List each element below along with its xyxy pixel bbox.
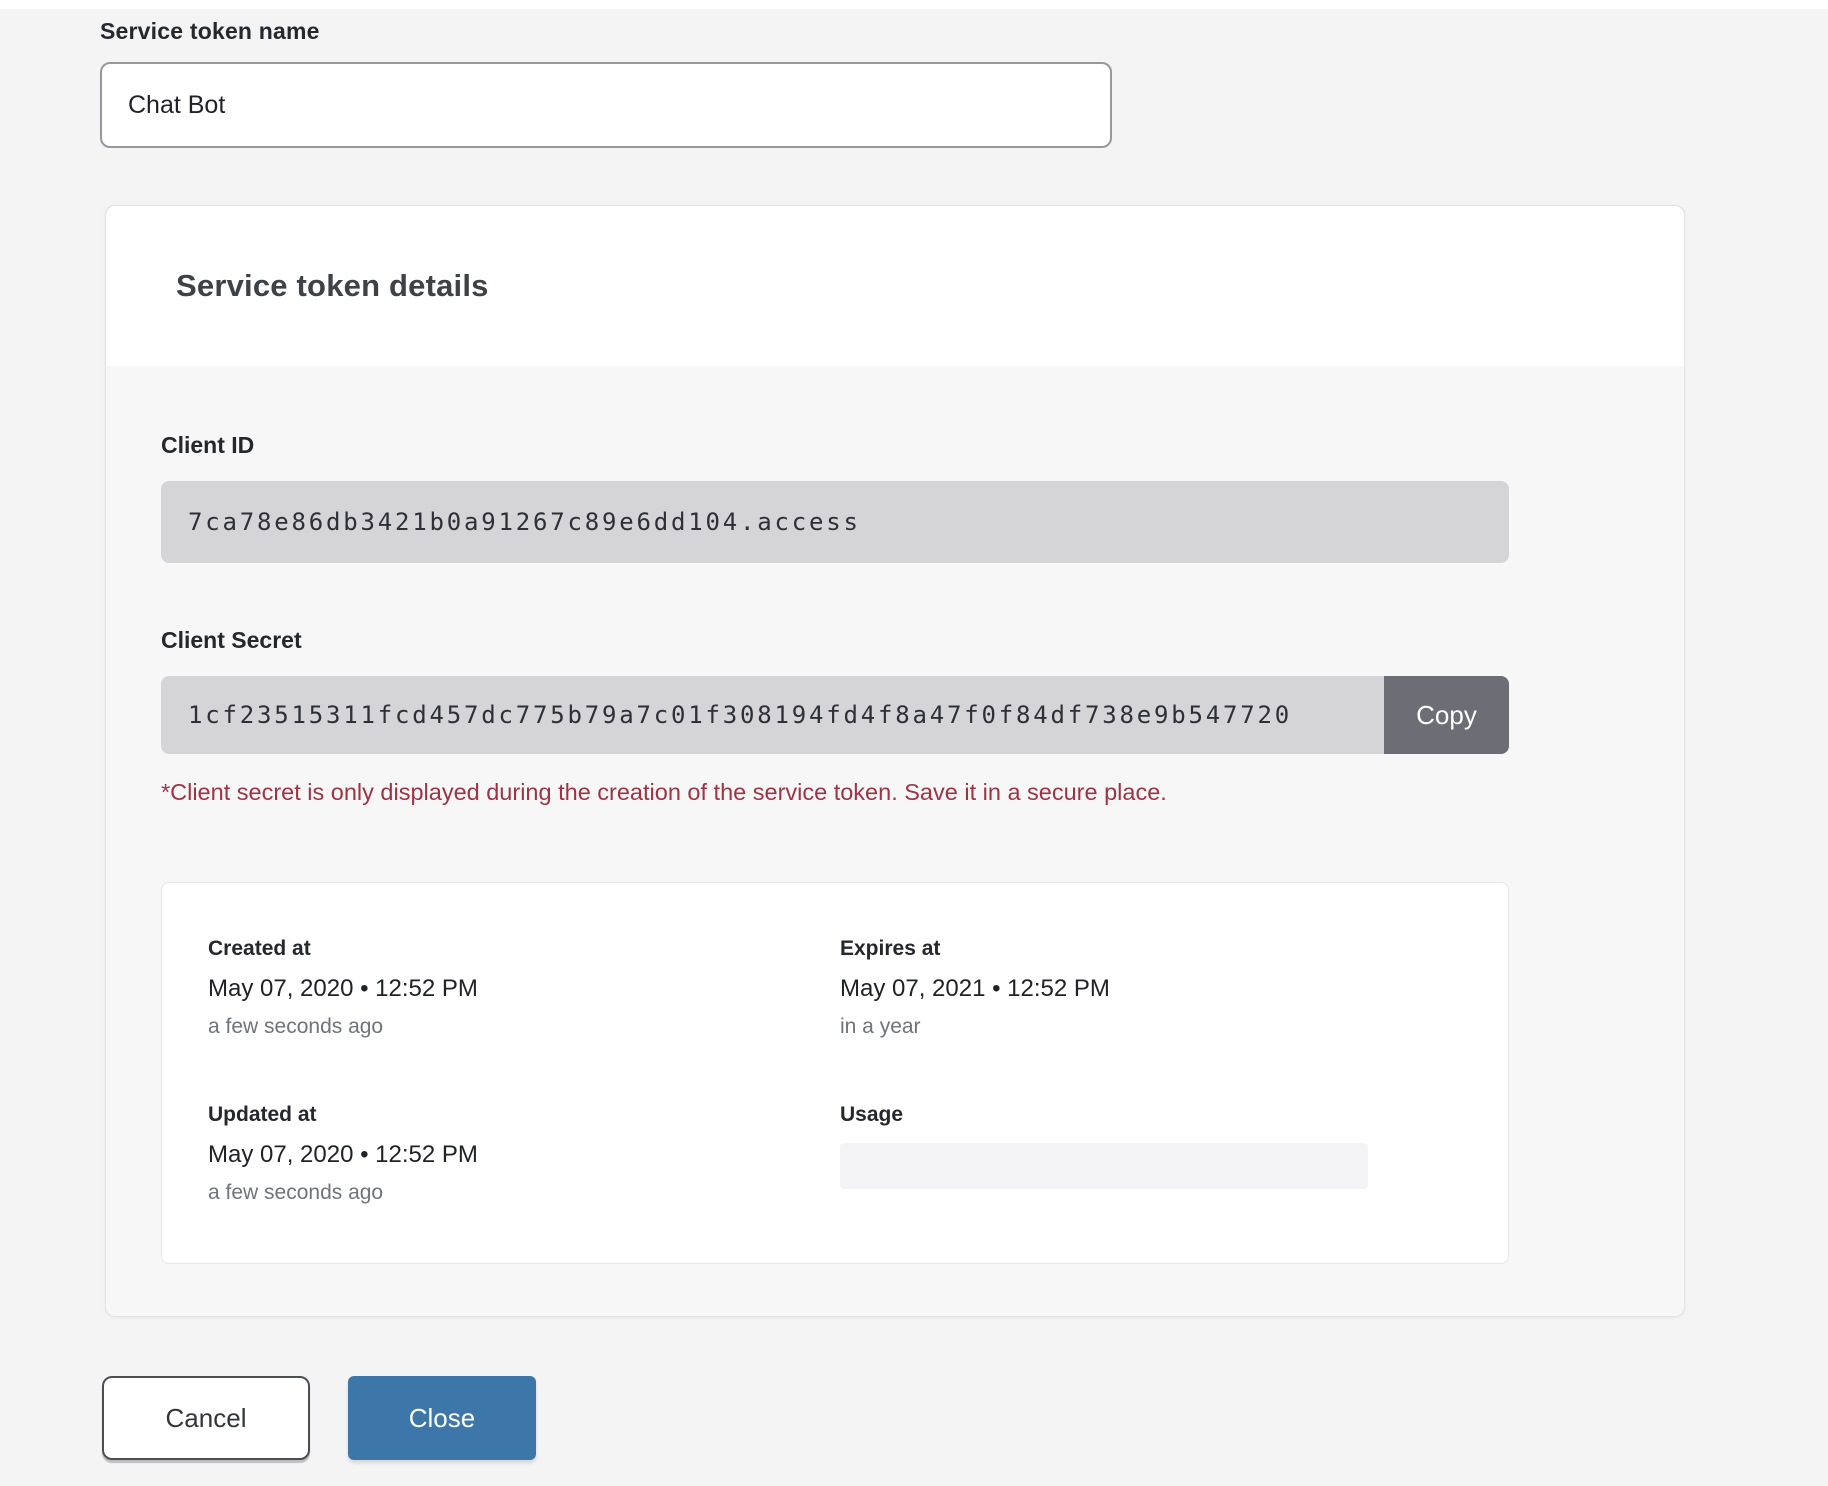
updated-at-value: May 07, 2020 • 12:52 PM [208, 1141, 840, 1169]
client-secret-section: Client Secret 1cf23515311fcd457dc775b79a… [161, 627, 1684, 806]
copy-button[interactable]: Copy [1384, 676, 1509, 754]
client-secret-value[interactable]: 1cf23515311fcd457dc775b79a7c01f308194fd4… [161, 676, 1384, 754]
token-metadata-grid: Created at May 07, 2020 • 12:52 PM a few… [208, 937, 1508, 1205]
expires-at-label: Expires at [840, 937, 1508, 961]
usage-empty-bar [840, 1143, 1368, 1189]
created-at-relative: a few seconds ago [208, 1015, 840, 1039]
expires-at-cell: Expires at May 07, 2021 • 12:52 PM in a … [840, 937, 1508, 1039]
client-id-label: Client ID [161, 432, 1684, 459]
card-header: Service token details [106, 206, 1684, 366]
updated-at-relative: a few seconds ago [208, 1181, 840, 1205]
usage-label: Usage [840, 1103, 1508, 1127]
service-token-name-label: Service token name [100, 18, 320, 45]
created-at-label: Created at [208, 937, 840, 961]
service-token-name-input[interactable] [100, 62, 1112, 148]
close-button[interactable]: Close [348, 1376, 536, 1460]
client-secret-label: Client Secret [161, 627, 1684, 654]
updated-at-cell: Updated at May 07, 2020 • 12:52 PM a few… [208, 1103, 840, 1205]
created-at-value: May 07, 2020 • 12:52 PM [208, 975, 840, 1003]
token-metadata-panel: Created at May 07, 2020 • 12:52 PM a few… [161, 882, 1509, 1264]
created-at-cell: Created at May 07, 2020 • 12:52 PM a few… [208, 937, 840, 1039]
usage-cell: Usage [840, 1103, 1508, 1205]
client-id-value[interactable]: 7ca78e86db3421b0a91267c89e6dd104.access [161, 481, 1509, 563]
cancel-button[interactable]: Cancel [102, 1376, 310, 1460]
secret-warning-text: *Client secret is only displayed during … [161, 779, 1684, 806]
updated-at-label: Updated at [208, 1103, 840, 1127]
client-secret-row: 1cf23515311fcd457dc775b79a7c01f308194fd4… [161, 676, 1509, 754]
service-token-details-card: Service token details Client ID 7ca78e86… [105, 205, 1685, 1317]
card-body: Client ID 7ca78e86db3421b0a91267c89e6dd1… [106, 366, 1684, 1264]
expires-at-relative: in a year [840, 1015, 1508, 1039]
card-title: Service token details [176, 268, 489, 304]
expires-at-value: May 07, 2021 • 12:52 PM [840, 975, 1508, 1003]
top-divider [0, 0, 1828, 9]
footer-actions: Cancel Close [102, 1376, 536, 1460]
